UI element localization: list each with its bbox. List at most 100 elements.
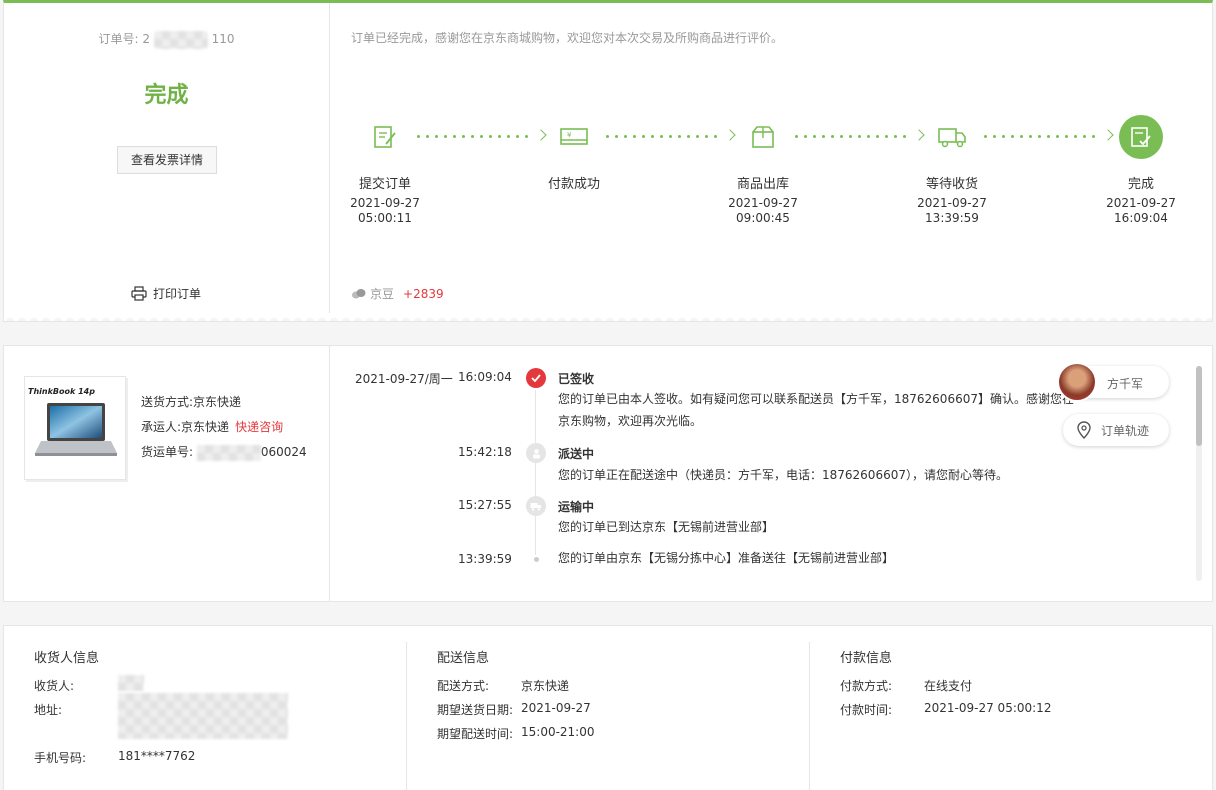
- beans-value: +2839: [403, 286, 444, 301]
- jd-beans-reward: 京豆 +2839: [351, 285, 444, 302]
- check-icon: [526, 368, 546, 388]
- order-status-panel: 订单号: 2 110 完成 查看发票详情 打印订单 订单已经完成，感谢您在京东商…: [3, 0, 1213, 322]
- shipping-method-row: 送货方式:京东快递: [141, 390, 307, 415]
- delivery-method-value: 京东快递: [521, 679, 570, 693]
- carrier-row: 承运人:京东快递 快递咨询: [141, 415, 307, 440]
- step-complete: 完成 2021-09-27 16:09:04: [1091, 115, 1191, 226]
- tracking-scrollbar[interactable]: [1196, 366, 1202, 581]
- step-submit-order: 提交订单 2021-09-27 05:00:11: [335, 115, 435, 226]
- laptop-image: [35, 403, 117, 456]
- payment-time-value: 2021-09-27 05:00:12: [924, 701, 1052, 715]
- event-description: 您的订单正在配送途中（快递员：方千军，电话：18762606607），请您耐心等…: [558, 468, 1008, 482]
- payment-time-label: 付款时间:: [840, 703, 893, 717]
- carrier-label: 承运人:: [141, 420, 182, 434]
- event-title: 运输中: [558, 500, 595, 514]
- order-trace-button[interactable]: 订单轨迹: [1063, 414, 1169, 446]
- step-name: 完成: [1127, 177, 1154, 192]
- expected-date-label: 期望送货日期:: [437, 703, 514, 717]
- event-time: 16:09:04: [458, 370, 512, 384]
- order-number-suffix: 110: [211, 32, 235, 46]
- order-status-text: 完成: [144, 83, 189, 108]
- carrier-value: 京东快递: [181, 420, 230, 434]
- event-description: 您的订单已由本人签收。如有疑问您可以联系配送员【方千军，18762606607】…: [558, 392, 1074, 428]
- location-pin-icon: [1077, 421, 1091, 439]
- receiver-name-redacted: [118, 675, 144, 691]
- progress-steps: 提交订单 2021-09-27 05:00:11 ¥ 付款成功 商品出库 202…: [331, 115, 1211, 235]
- order-number-redacted: [153, 30, 208, 49]
- step-outbound: 商品出库 2021-09-27 09:00:45: [713, 115, 813, 226]
- step-time: 09:00:45: [736, 211, 790, 225]
- payment-info: 付款信息 付款方式: 在线支付 付款时间: 2021-09-27 05:00:1…: [810, 626, 1212, 790]
- tracking-number-row: 货运单号: 060024: [141, 440, 307, 465]
- order-number: 订单号: 2 110: [4, 30, 329, 49]
- beans-label: 京豆: [370, 287, 395, 301]
- delivery-info: 配送信息 配送方式: 京东快递 期望送货日期: 2021-09-27 期望配送时…: [407, 626, 809, 790]
- view-invoice-button[interactable]: 查看发票详情: [117, 146, 217, 174]
- address-redacted: [118, 693, 288, 739]
- payment-method-label: 付款方式:: [840, 679, 893, 693]
- event-time: 15:27:55: [458, 498, 512, 512]
- event-time: 13:39:59: [458, 552, 512, 566]
- courier-inquiry-link[interactable]: 快递咨询: [235, 420, 283, 434]
- expected-date-value: 2021-09-27: [521, 701, 591, 715]
- event-description: 您的订单由京东【无锡分拣中心】准备送往【无锡前进营业部】: [558, 551, 895, 565]
- transport-icon: [526, 496, 546, 516]
- step-date: 2021-09-27: [350, 196, 420, 210]
- shipping-details: 送货方式:京东快递 承运人:京东快递 快递咨询 货运单号: 060024: [141, 390, 307, 465]
- payment-method-row: 付款方式: 在线支付: [840, 677, 972, 694]
- order-form-icon: [363, 115, 407, 159]
- payment-card-icon: ¥: [552, 115, 596, 159]
- order-number-prefix: 2: [142, 32, 150, 46]
- phone-row: 手机号码: 181****7762: [34, 749, 195, 766]
- step-name: 商品出库: [736, 177, 789, 192]
- tracking-number-redacted: [196, 444, 261, 461]
- package-icon: [741, 115, 785, 159]
- phone-value: 181****7762: [118, 749, 196, 763]
- event-title: 已签收: [558, 372, 595, 386]
- receiver-heading: 收货人信息: [34, 651, 100, 666]
- payment-time-row: 付款时间: 2021-09-27 05:00:12: [840, 701, 1051, 718]
- shipping-method-label: 送货方式:: [141, 395, 194, 409]
- receiver-info: 收货人信息 收货人: 地址: 手机号码: 181****7762: [4, 626, 406, 790]
- step-awaiting-delivery: 等待收货 2021-09-27 13:39:59: [902, 115, 1002, 226]
- package-info: ThinkBook 14p 送货方式:京东快递 承运人:京东快递 快递咨询 货运单…: [4, 346, 330, 601]
- panel-wave-edge: [4, 314, 1212, 321]
- print-order-link[interactable]: 打印订单: [131, 285, 201, 302]
- step-name: 提交订单: [358, 177, 411, 192]
- expected-date-row: 期望送货日期: 2021-09-27: [437, 701, 591, 718]
- expected-time-label: 期望配送时间:: [437, 727, 514, 741]
- step-payment: ¥ 付款成功: [524, 115, 624, 196]
- delivery-truck-icon: [930, 115, 974, 159]
- beans-icon: [352, 288, 366, 298]
- courier-avatar: [1057, 362, 1097, 402]
- order-status-column: 订单号: 2 110 完成 查看发票详情 打印订单: [4, 3, 330, 313]
- courier-icon: [526, 443, 546, 463]
- delivery-method-row: 配送方式: 京东快递: [437, 677, 569, 694]
- tracking-number-label: 货运单号:: [141, 445, 194, 459]
- payment-heading: 付款信息: [840, 651, 893, 666]
- order-progress-column: 订单已经完成，感谢您在京东商城购物，欢迎您对本次交易及所购商品进行评价。 提交订…: [331, 3, 1212, 313]
- address-row: 地址:: [34, 693, 288, 739]
- printer-icon: [131, 286, 147, 301]
- expected-time-row: 期望配送时间: 15:00-21:00: [437, 725, 595, 742]
- delivery-method-label: 配送方式:: [437, 679, 490, 693]
- step-date: 2021-09-27: [1106, 196, 1176, 210]
- tracking-timeline: 2021-09-27/周一 16:09:04 已签收 您的订单已由本人签收。如有…: [331, 346, 1194, 601]
- step-time: 05:00:11: [358, 211, 412, 225]
- payment-method-value: 在线支付: [924, 679, 973, 693]
- scrollbar-thumb[interactable]: [1196, 366, 1202, 446]
- product-thumbnail[interactable]: ThinkBook 14p: [24, 376, 126, 480]
- shipment-panel: ThinkBook 14p 送货方式:京东快递 承运人:京东快递 快递咨询 货运单…: [3, 345, 1213, 602]
- step-name: 付款成功: [547, 177, 600, 192]
- completed-icon: [1119, 115, 1163, 159]
- shipping-method-value: 京东快递: [193, 395, 242, 409]
- tracking-date: 2021-09-27/周一: [355, 372, 453, 386]
- tracking-number-suffix: 060024: [260, 445, 307, 459]
- order-trace-label: 订单轨迹: [1101, 423, 1150, 438]
- timeline-line: [535, 390, 536, 555]
- svg-text:¥: ¥: [567, 131, 572, 139]
- step-name: 等待收货: [925, 177, 978, 192]
- timeline-dot-icon: [534, 557, 539, 562]
- step-time: 13:39:59: [925, 211, 979, 225]
- courier-contact-chip[interactable]: 方千军: [1057, 362, 1169, 402]
